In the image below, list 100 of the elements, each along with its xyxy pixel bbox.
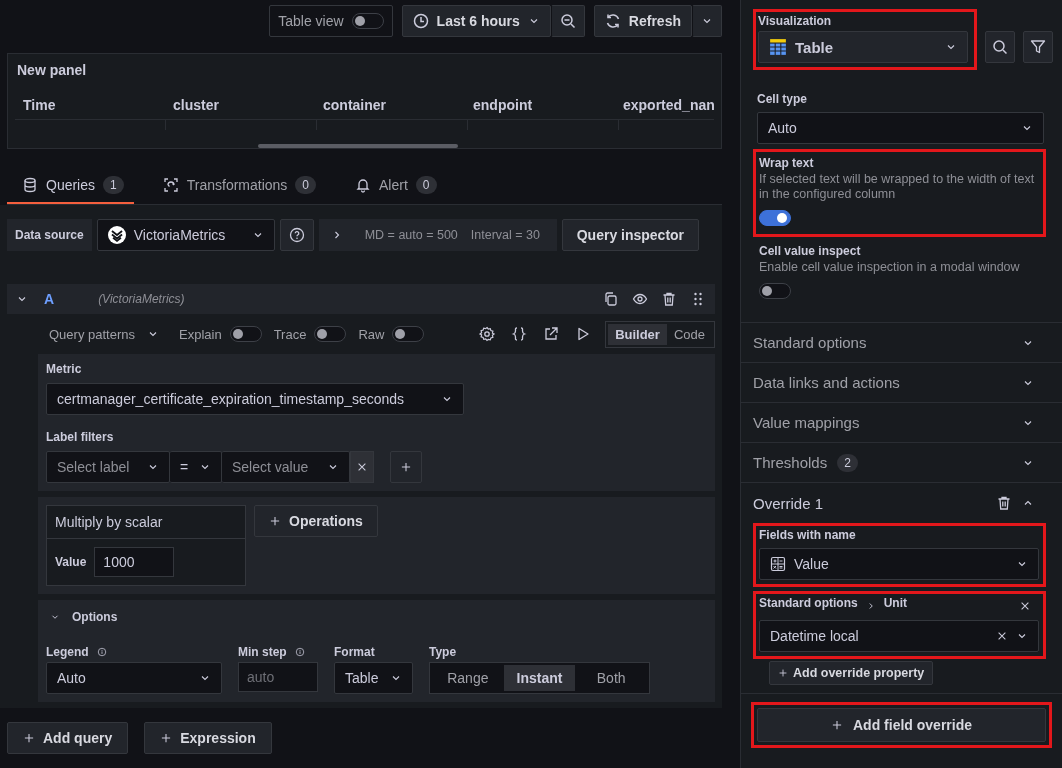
count-badge: 0	[415, 176, 437, 194]
field-label: Data source	[7, 219, 92, 251]
section-header[interactable]: Value mappings	[741, 403, 1062, 443]
add-button[interactable]: Expression	[144, 722, 272, 754]
radio-option[interactable]: Range	[432, 665, 504, 691]
unit-select[interactable]: Datetime local	[759, 620, 1039, 652]
toggle-switch[interactable]	[759, 210, 791, 226]
breadcrumb-item: Standard options	[759, 596, 858, 610]
datasource-picker[interactable]: VictoriaMetrics	[96, 219, 275, 251]
column-header[interactable]: exported_nan	[615, 97, 721, 113]
value-select[interactable]: Select value	[222, 451, 350, 483]
operation-title: Multiply by scalar	[47, 506, 245, 539]
mode-tab[interactable]: Code	[666, 323, 712, 345]
panel-title: New panel	[16, 62, 88, 78]
cell-type-select[interactable]: Auto	[757, 112, 1044, 144]
override-header[interactable]: Override 1	[741, 483, 1062, 523]
format-select[interactable]: Table	[334, 662, 413, 694]
field-label: Cell value inspect	[759, 244, 862, 258]
field-label: Type	[429, 645, 457, 659]
operations-button[interactable]: Operations	[254, 505, 378, 537]
radio-option[interactable]: Both	[575, 665, 647, 691]
zoom-out-icon	[559, 13, 576, 29]
count-badge: 0	[295, 176, 317, 194]
table-icon	[769, 38, 787, 56]
add-button[interactable]: Add query	[7, 722, 129, 754]
field-label: Metric	[46, 362, 83, 376]
search-button[interactable]	[985, 31, 1015, 63]
help-icon	[288, 227, 305, 243]
datasource-name: (VictoriaMetrics)	[98, 292, 185, 306]
add-override-property-button[interactable]: Add override property	[769, 661, 934, 685]
plus-icon	[23, 732, 35, 744]
switch-label: Explain	[179, 326, 222, 342]
scrollbar-thumb[interactable]	[258, 144, 458, 148]
plus-icon	[778, 668, 788, 678]
clock-icon	[412, 13, 429, 29]
section-title[interactable]: Options	[72, 610, 118, 624]
value-input[interactable]: 1000	[94, 547, 175, 577]
column-header[interactable]: Time	[15, 97, 165, 113]
close-icon	[356, 461, 368, 473]
external-link-icon[interactable]	[543, 326, 560, 342]
database-icon	[22, 177, 38, 193]
visualization-picker[interactable]: Table	[758, 31, 968, 63]
time-range-picker[interactable]: Last 6 hours	[401, 5, 551, 37]
toggle-switch[interactable]	[314, 326, 347, 342]
metric-select[interactable]: certmanager_certificate_expiration_timestamp_seconds	[46, 383, 464, 415]
operator-select[interactable]: =	[170, 451, 222, 483]
toggle-switch[interactable]	[392, 326, 425, 342]
filter-button[interactable]	[1023, 31, 1053, 63]
field-description: If selected text will be wrapped to the width of text in the configured column	[759, 172, 1036, 202]
plus-icon	[831, 719, 843, 731]
braces-icon[interactable]	[511, 326, 528, 342]
info-icon[interactable]	[294, 647, 305, 657]
filter-icon	[1030, 39, 1046, 55]
mode-tab[interactable]: Builder	[608, 323, 667, 345]
close-icon[interactable]	[1019, 600, 1031, 612]
help-button[interactable]	[279, 219, 314, 251]
section-header[interactable]: Thresholds 2	[741, 443, 1062, 483]
field-label: Label filters	[46, 430, 115, 444]
toggle-switch[interactable]	[759, 283, 791, 299]
copy-icon[interactable]	[603, 291, 619, 307]
refresh-icon	[604, 13, 621, 29]
toggle-switch[interactable]	[229, 326, 262, 342]
field-label: Cell type	[757, 92, 808, 106]
table-view-toggle[interactable]: Table view	[269, 5, 393, 37]
eye-icon[interactable]	[632, 291, 648, 307]
calculator-icon	[770, 556, 786, 572]
zoom-out-button[interactable]	[550, 5, 585, 37]
tab[interactable]: Alert 0	[340, 168, 447, 204]
count-badge: 2	[837, 453, 858, 472]
label-select[interactable]: Select label	[46, 451, 170, 483]
query-inspector-button[interactable]: Query inspector	[561, 219, 700, 251]
plus-icon	[160, 732, 173, 744]
info-icon[interactable]	[96, 647, 107, 657]
toggle-switch[interactable]	[351, 13, 384, 29]
legend-select[interactable]: Auto	[46, 662, 222, 694]
refresh-button[interactable]: Refresh	[593, 5, 692, 37]
plus-icon	[269, 515, 281, 527]
add-filter-button[interactable]	[390, 451, 422, 483]
field-label: Value	[55, 555, 87, 569]
column-header[interactable]: container	[315, 97, 465, 113]
column-header[interactable]: cluster	[165, 97, 315, 113]
min-step-input[interactable]: auto	[238, 662, 318, 692]
field-select[interactable]: Value	[759, 548, 1039, 580]
tab[interactable]: Transformations 0	[147, 168, 327, 204]
trash-icon[interactable]	[661, 291, 677, 307]
section-header[interactable]: Data links and actions	[741, 363, 1062, 403]
field-label: Format	[334, 645, 375, 659]
query-name[interactable]: A	[44, 291, 55, 307]
query-options-bar[interactable]: MD = auto = 500 Interval = 30	[318, 219, 557, 251]
add-field-override-button[interactable]: Add field override	[757, 708, 1046, 742]
expand-icon	[162, 177, 179, 193]
switch-label: Raw	[358, 326, 385, 342]
field-description: Enable cell value inspection in a modal window	[759, 260, 1021, 275]
settings-icon[interactable]	[479, 326, 496, 342]
clear-icon[interactable]	[996, 630, 1008, 642]
section-header[interactable]: Standard options	[741, 323, 1062, 363]
radio-option[interactable]: Instant	[503, 665, 576, 691]
column-header[interactable]: endpoint	[465, 97, 615, 113]
trash-icon[interactable]	[996, 495, 1012, 511]
query-patterns-dropdown[interactable]: Query patterns	[49, 326, 159, 342]
